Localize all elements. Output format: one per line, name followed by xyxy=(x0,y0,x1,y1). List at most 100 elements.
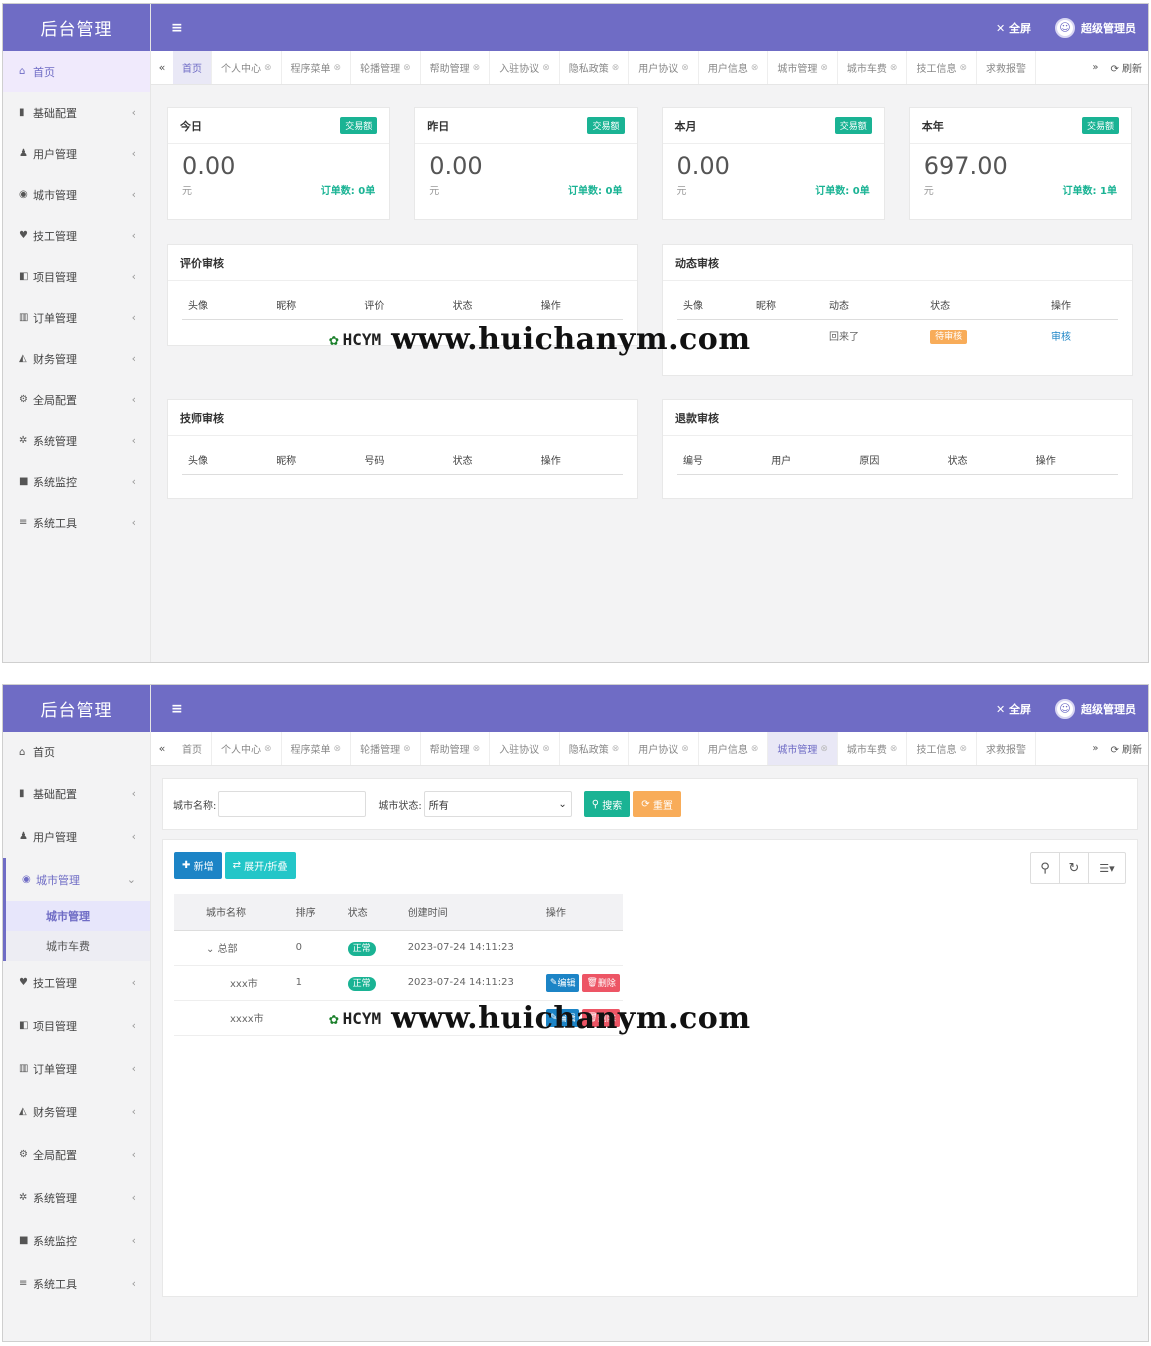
sidebar-item-users[interactable]: ♟ 用户管理 ‹ xyxy=(3,133,150,174)
menu-toggle-icon[interactable]: ≡ xyxy=(171,701,183,717)
tab-help[interactable]: 帮助管理 ⊗ xyxy=(421,732,491,765)
sidebar-item-finance[interactable]: ◭ 财务管理 ‹ xyxy=(3,338,150,379)
tab-scroll-right-icon[interactable]: » xyxy=(1086,743,1104,754)
search-button[interactable]: ⚲ 搜索 xyxy=(583,791,631,817)
tab-profile[interactable]: 个人中心 ⊗ xyxy=(212,732,282,765)
sidebar-item-global[interactable]: ⚙ 全局配置 ‹ xyxy=(3,1133,150,1176)
close-tab-icon[interactable]: ⊗ xyxy=(751,744,759,754)
tab-city-fare[interactable]: 城市车费 ⊗ xyxy=(838,732,908,765)
close-tab-icon[interactable]: ⊗ xyxy=(681,63,689,73)
close-tab-icon[interactable]: ⊗ xyxy=(959,63,967,73)
search-icon[interactable]: ⚲ xyxy=(1031,853,1060,883)
close-tab-icon[interactable]: ⊗ xyxy=(264,63,272,73)
tab-user-info[interactable]: 用户信息 ⊗ xyxy=(699,51,769,84)
close-tab-icon[interactable]: ⊗ xyxy=(890,744,898,754)
tab-join-agreement[interactable]: 入驻协议 ⊗ xyxy=(490,732,560,765)
close-tab-icon[interactable]: ⊗ xyxy=(751,63,759,73)
sidebar-item-global[interactable]: ⚙ 全局配置 ‹ xyxy=(3,379,150,420)
sidebar-subitem-city-fare[interactable]: 城市车费 xyxy=(6,931,150,961)
audit-link[interactable]: 审核 xyxy=(1051,332,1071,343)
sidebar-item-monitor[interactable]: ■ 系统监控 ‹ xyxy=(3,461,150,502)
close-tab-icon[interactable]: ⊗ xyxy=(542,744,550,754)
close-tab-icon[interactable]: ⊗ xyxy=(681,744,689,754)
menu-toggle-icon[interactable]: ≡ xyxy=(171,20,183,36)
close-tab-icon[interactable]: ⊗ xyxy=(403,744,411,754)
sidebar-item-city[interactable]: ◉ 城市管理 ‹ xyxy=(3,174,150,215)
tab-user-info[interactable]: 用户信息 ⊗ xyxy=(699,732,769,765)
reset-button[interactable]: ⟳ 重置 xyxy=(633,791,681,817)
user-menu[interactable]: ☺ 超级管理员 xyxy=(1055,17,1136,38)
tab-home[interactable]: 首页 xyxy=(173,51,212,84)
sidebar-item-system[interactable]: ✲ 系统管理 ‹ xyxy=(3,1176,150,1219)
close-tab-icon[interactable]: ⊗ xyxy=(959,744,967,754)
close-tab-icon[interactable]: ⊗ xyxy=(264,744,272,754)
close-tab-icon[interactable]: ⊗ xyxy=(820,63,828,73)
sidebar-subitem-city-manage[interactable]: 城市管理 xyxy=(6,901,150,931)
chevron-down-icon[interactable]: ⌄ xyxy=(206,944,214,955)
sidebar-item-orders[interactable]: ▥ 订单管理 ‹ xyxy=(3,297,150,338)
sidebar-item-basic[interactable]: ▮ 基础配置 ‹ xyxy=(3,92,150,133)
sidebar-item-city[interactable]: ◉ 城市管理 ⌄ xyxy=(3,858,150,901)
close-tab-icon[interactable]: ⊗ xyxy=(612,744,620,754)
tab-home[interactable]: 首页 xyxy=(173,732,212,765)
tab-sos[interactable]: 求救报警 xyxy=(977,51,1037,84)
tab-tech-info[interactable]: 技工信息 ⊗ xyxy=(907,51,978,84)
sidebar-item-monitor[interactable]: ■ 系统监控 ‹ xyxy=(3,1219,150,1262)
close-tab-icon[interactable]: ⊗ xyxy=(542,63,550,73)
tab-scroll-left-icon[interactable]: « xyxy=(151,61,173,74)
delete-button[interactable]: 🗑 删除 xyxy=(582,1008,620,1027)
refresh-icon[interactable]: ↻ xyxy=(1060,853,1089,883)
tab-banner[interactable]: 轮播管理 ⊗ xyxy=(351,732,421,765)
delete-button[interactable]: 🗑 删除 xyxy=(582,973,620,992)
add-button[interactable]: ✚ 新增 xyxy=(174,852,222,879)
tab-banner[interactable]: 轮播管理 ⊗ xyxy=(351,51,421,84)
sidebar-item-tech[interactable]: ♥ 技工管理 ‹ xyxy=(3,215,150,256)
sidebar-item-home[interactable]: ⌂ 首页 xyxy=(3,51,150,92)
columns-icon[interactable]: ☰▾ xyxy=(1089,853,1125,883)
close-tab-icon[interactable]: ⊗ xyxy=(334,744,342,754)
sidebar-item-basic[interactable]: ▮ 基础配置 ‹ xyxy=(3,772,150,815)
city-status-select[interactable]: 所有 ⌄ xyxy=(423,791,572,817)
expand-collapse-button[interactable]: ⇄ 展开/折叠 xyxy=(224,852,296,879)
sidebar-item-tools[interactable]: ≡ 系统工具 ‹ xyxy=(3,1262,150,1305)
sidebar-item-project[interactable]: ◧ 项目管理 ‹ xyxy=(3,256,150,297)
edit-button[interactable]: ✎ 编辑 xyxy=(545,1008,580,1027)
refresh-button[interactable]: ⟳ 刷新 xyxy=(1104,741,1148,756)
close-tab-icon[interactable]: ⊗ xyxy=(403,63,411,73)
fullscreen-button[interactable]: ✕ 全屏 xyxy=(996,20,1031,36)
close-tab-icon[interactable]: ⊗ xyxy=(473,744,481,754)
tab-menu[interactable]: 程序菜单 ⊗ xyxy=(282,732,352,765)
tab-scroll-left-icon[interactable]: « xyxy=(151,742,173,755)
tab-join-agreement[interactable]: 入驻协议 ⊗ xyxy=(490,51,560,84)
sidebar-item-users[interactable]: ♟ 用户管理 ‹ xyxy=(3,815,150,858)
sidebar-item-finance[interactable]: ◭ 财务管理 ‹ xyxy=(3,1090,150,1133)
city-name-input[interactable] xyxy=(218,791,367,817)
user-menu[interactable]: ☺ 超级管理员 xyxy=(1055,698,1136,719)
edit-button[interactable]: ✎ 编辑 xyxy=(545,973,580,992)
sidebar-item-orders[interactable]: ▥ 订单管理 ‹ xyxy=(3,1047,150,1090)
sidebar-item-home[interactable]: ⌂ 首页 xyxy=(3,732,150,772)
close-tab-icon[interactable]: ⊗ xyxy=(473,63,481,73)
close-tab-icon[interactable]: ⊗ xyxy=(890,63,898,73)
tab-help[interactable]: 帮助管理 ⊗ xyxy=(421,51,491,84)
sidebar-item-system[interactable]: ✲ 系统管理 ‹ xyxy=(3,420,150,461)
tab-menu[interactable]: 程序菜单 ⊗ xyxy=(282,51,352,84)
refresh-button[interactable]: ⟳ 刷新 xyxy=(1104,60,1148,75)
tab-profile[interactable]: 个人中心 ⊗ xyxy=(212,51,282,84)
tab-privacy[interactable]: 隐私政策 ⊗ xyxy=(560,51,630,84)
tab-city[interactable]: 城市管理 ⊗ xyxy=(768,732,838,765)
sidebar-item-tools[interactable]: ≡ 系统工具 ‹ xyxy=(3,502,150,543)
close-tab-icon[interactable]: ⊗ xyxy=(334,63,342,73)
fullscreen-button[interactable]: ✕ 全屏 xyxy=(996,701,1031,717)
sidebar-item-project[interactable]: ◧ 项目管理 ‹ xyxy=(3,1004,150,1047)
sidebar-item-tech[interactable]: ♥ 技工管理 ‹ xyxy=(3,961,150,1004)
tab-sos[interactable]: 求救报警 xyxy=(977,732,1037,765)
tab-tech-info[interactable]: 技工信息 ⊗ xyxy=(907,732,978,765)
tab-city[interactable]: 城市管理 ⊗ xyxy=(768,51,838,84)
close-tab-icon[interactable]: ⊗ xyxy=(612,63,620,73)
tab-user-agreement[interactable]: 用户协议 ⊗ xyxy=(629,732,699,765)
tab-privacy[interactable]: 隐私政策 ⊗ xyxy=(560,732,630,765)
tab-scroll-right-icon[interactable]: » xyxy=(1086,62,1104,73)
tab-city-fare[interactable]: 城市车费 ⊗ xyxy=(838,51,908,84)
close-tab-icon[interactable]: ⊗ xyxy=(820,744,828,754)
